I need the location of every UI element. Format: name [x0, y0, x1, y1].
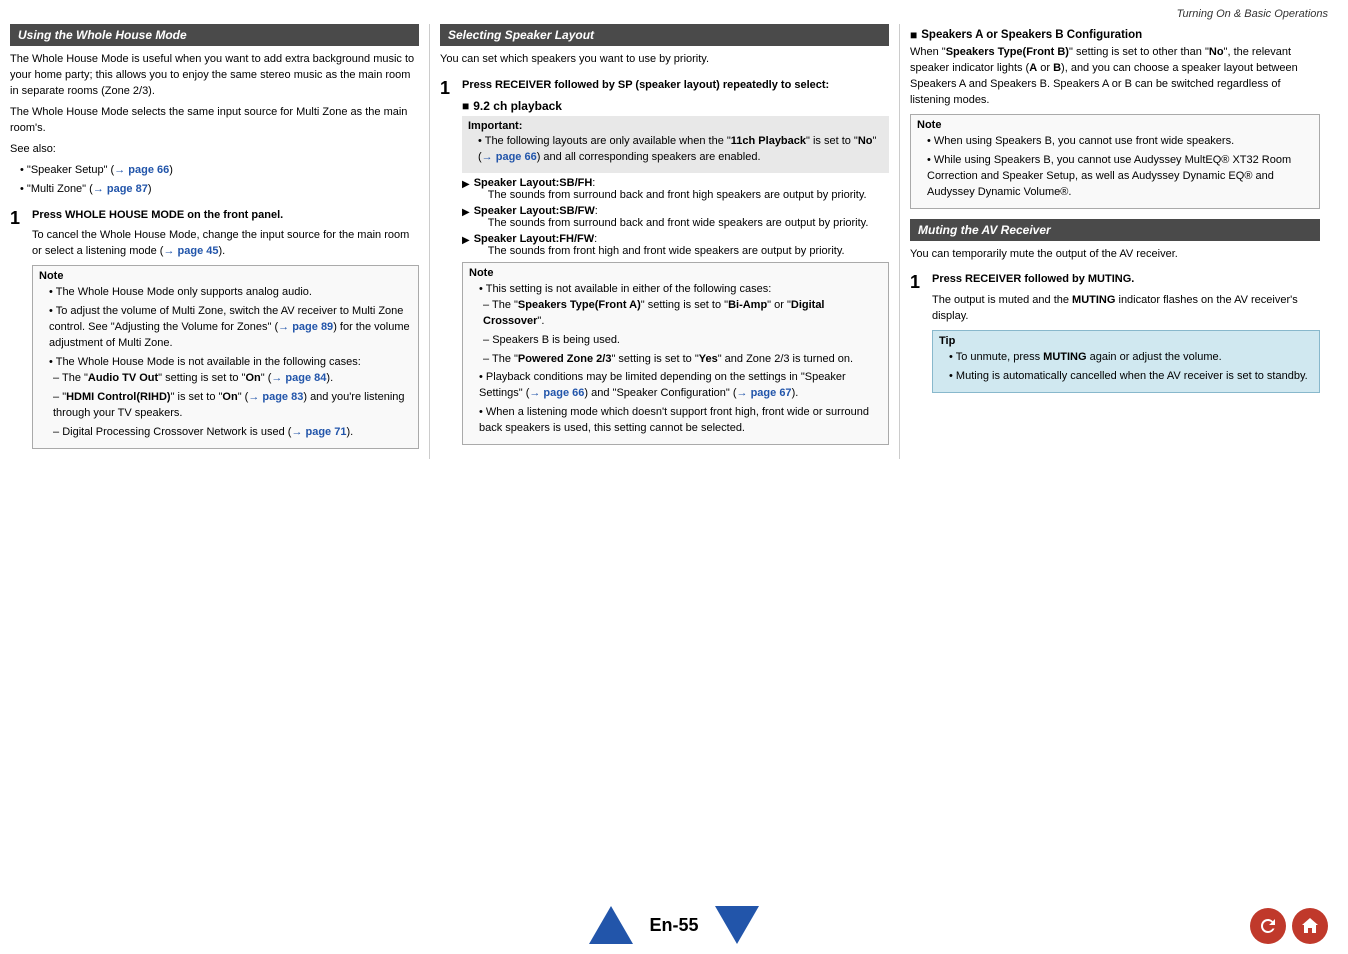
- list-item: Playback conditions may be limited depen…: [479, 370, 882, 402]
- list-item: Speakers B is being used.: [483, 333, 882, 349]
- list-item: The Whole House Mode is not available in…: [49, 355, 412, 441]
- note-list: This setting is not available in either …: [469, 282, 882, 437]
- header-title: Turning On & Basic Operations: [1177, 8, 1328, 20]
- important-list: The following layouts are only available…: [468, 134, 883, 166]
- tip-list: To unmute, press MUTING again or adjust …: [939, 350, 1313, 385]
- page-link[interactable]: → page 67: [737, 387, 792, 399]
- page-link[interactable]: → page 66: [114, 164, 169, 176]
- speakers-ab-title: Speakers A or Speakers B Configuration: [910, 28, 1320, 42]
- tip-box: Tip To unmute, press MUTING again or adj…: [932, 330, 1320, 393]
- list-item: "Multi Zone" (→ page 87): [20, 182, 419, 198]
- note-list: The Whole House Mode only supports analo…: [39, 285, 412, 440]
- middle-column: Selecting Speaker Layout You can set whi…: [430, 24, 900, 459]
- page-link[interactable]: → page 45: [163, 245, 218, 257]
- left-section-title: Using the Whole House Mode: [10, 24, 419, 46]
- muting-section: Muting the AV Receiver You can temporari…: [910, 219, 1320, 399]
- note-box: Note The Whole House Mode only supports …: [32, 265, 419, 448]
- step-number: 1: [10, 208, 26, 230]
- next-page-arrow[interactable]: [715, 906, 759, 944]
- playback-heading: 9.2 ch playback: [462, 99, 889, 113]
- list-item: The following layouts are only available…: [478, 134, 883, 166]
- step-number: 1: [440, 78, 456, 100]
- speakers-ab-section: Speakers A or Speakers B Configuration W…: [910, 28, 1320, 209]
- note-box: Note This setting is not available in ei…: [462, 262, 889, 445]
- step-sub: To cancel the Whole House Mode, change t…: [32, 228, 419, 260]
- list-item: When a listening mode which doesn't supp…: [479, 405, 882, 437]
- step-content: Press RECEIVER followed by SP (speaker l…: [462, 78, 889, 450]
- speaker-layout-sb-fh: Speaker Layout:SB/FH: The sounds from su…: [462, 177, 889, 201]
- page-link[interactable]: → page 89: [278, 321, 333, 333]
- dash-list: The "Audio TV Out" setting is set to "On…: [49, 371, 412, 441]
- see-also-links: "Speaker Setup" (→ page 66) "Multi Zone"…: [10, 163, 419, 198]
- bottom-nav: En-55: [0, 906, 1348, 944]
- see-also-label: See also:: [10, 142, 419, 158]
- page-link[interactable]: → page 66: [482, 151, 537, 163]
- muting-step-1-row: 1 Press RECEIVER followed by MUTING. The…: [910, 272, 1320, 398]
- page-link[interactable]: → page 83: [248, 391, 303, 403]
- middle-step-1-row: 1 Press RECEIVER followed by SP (speaker…: [440, 78, 889, 450]
- step-text: Press RECEIVER followed by MUTING.: [932, 272, 1320, 288]
- list-item: Muting is automatically cancelled when t…: [949, 369, 1313, 385]
- step-number: 1: [910, 272, 926, 294]
- step-content: Press RECEIVER followed by MUTING. The o…: [932, 272, 1320, 398]
- note-title: Note: [39, 270, 412, 282]
- step-content: Press WHOLE HOUSE MODE on the front pane…: [32, 208, 419, 454]
- list-item: "Speaker Setup" (→ page 66): [20, 163, 419, 179]
- step-1-row: 1 Press WHOLE HOUSE MODE on the front pa…: [10, 208, 419, 454]
- tip-title: Tip: [939, 335, 1313, 347]
- note-list: When using Speakers B, you cannot use fr…: [917, 134, 1313, 201]
- important-title: Important:: [468, 120, 883, 132]
- important-box: Important: The following layouts are onl…: [462, 116, 889, 173]
- page-header: Turning On & Basic Operations: [0, 0, 1348, 24]
- list-item: The "Powered Zone 2/3" setting is set to…: [483, 352, 882, 368]
- list-item: The Whole House Mode only supports analo…: [49, 285, 412, 301]
- speaker-layout-sb-fw: Speaker Layout:SB/FW: The sounds from su…: [462, 205, 889, 229]
- right-column: Speakers A or Speakers B Configuration W…: [900, 24, 1320, 459]
- middle-section-title: Selecting Speaker Layout: [440, 24, 889, 46]
- note-box: Note When using Speakers B, you cannot u…: [910, 114, 1320, 209]
- middle-intro: You can set which speakers you want to u…: [440, 52, 889, 68]
- left-intro-p2: The Whole House Mode selects the same in…: [10, 105, 419, 137]
- dash-list: The "Speakers Type(Front A)" setting is …: [479, 298, 882, 368]
- page-number: En-55: [649, 915, 698, 936]
- note-title: Note: [917, 119, 1313, 131]
- list-item: This setting is not available in either …: [479, 282, 882, 368]
- list-item: The "Speakers Type(Front A)" setting is …: [483, 298, 882, 330]
- page-link[interactable]: → page 87: [93, 183, 148, 195]
- speaker-layout-fh-fw: Speaker Layout:FH/FW: The sounds from fr…: [462, 233, 889, 257]
- list-item: Digital Processing Crossover Network is …: [53, 425, 412, 441]
- list-item: To unmute, press MUTING again or adjust …: [949, 350, 1313, 366]
- page-link[interactable]: → page 71: [291, 426, 346, 438]
- step-text: Press WHOLE HOUSE MODE on the front pane…: [32, 208, 419, 224]
- list-item: "HDMI Control(RIHD)" is set to "On" (→ p…: [53, 390, 412, 422]
- page-link[interactable]: → page 84: [271, 372, 326, 384]
- page-link[interactable]: → page 66: [529, 387, 584, 399]
- speakers-ab-text: When "Speakers Type(Front B)" setting is…: [910, 45, 1320, 109]
- list-item: The "Audio TV Out" setting is set to "On…: [53, 371, 412, 387]
- home-icon[interactable]: [1292, 908, 1328, 944]
- note-title: Note: [469, 267, 882, 279]
- list-item: While using Speakers B, you cannot use A…: [927, 153, 1313, 201]
- muting-intro: You can temporarily mute the output of t…: [910, 247, 1320, 263]
- back-icon[interactable]: [1250, 908, 1286, 944]
- list-item: When using Speakers B, you cannot use fr…: [927, 134, 1313, 150]
- left-intro-p1: The Whole House Mode is useful when you …: [10, 52, 419, 100]
- nav-icons-right: [1250, 908, 1328, 944]
- step-text: Press RECEIVER followed by SP (speaker l…: [462, 78, 889, 94]
- list-item: To adjust the volume of Multi Zone, swit…: [49, 304, 412, 352]
- muting-section-title: Muting the AV Receiver: [910, 219, 1320, 241]
- left-column: Using the Whole House Mode The Whole Hou…: [10, 24, 430, 459]
- prev-page-arrow[interactable]: [589, 906, 633, 944]
- step-sub: The output is muted and the MUTING indic…: [932, 293, 1320, 325]
